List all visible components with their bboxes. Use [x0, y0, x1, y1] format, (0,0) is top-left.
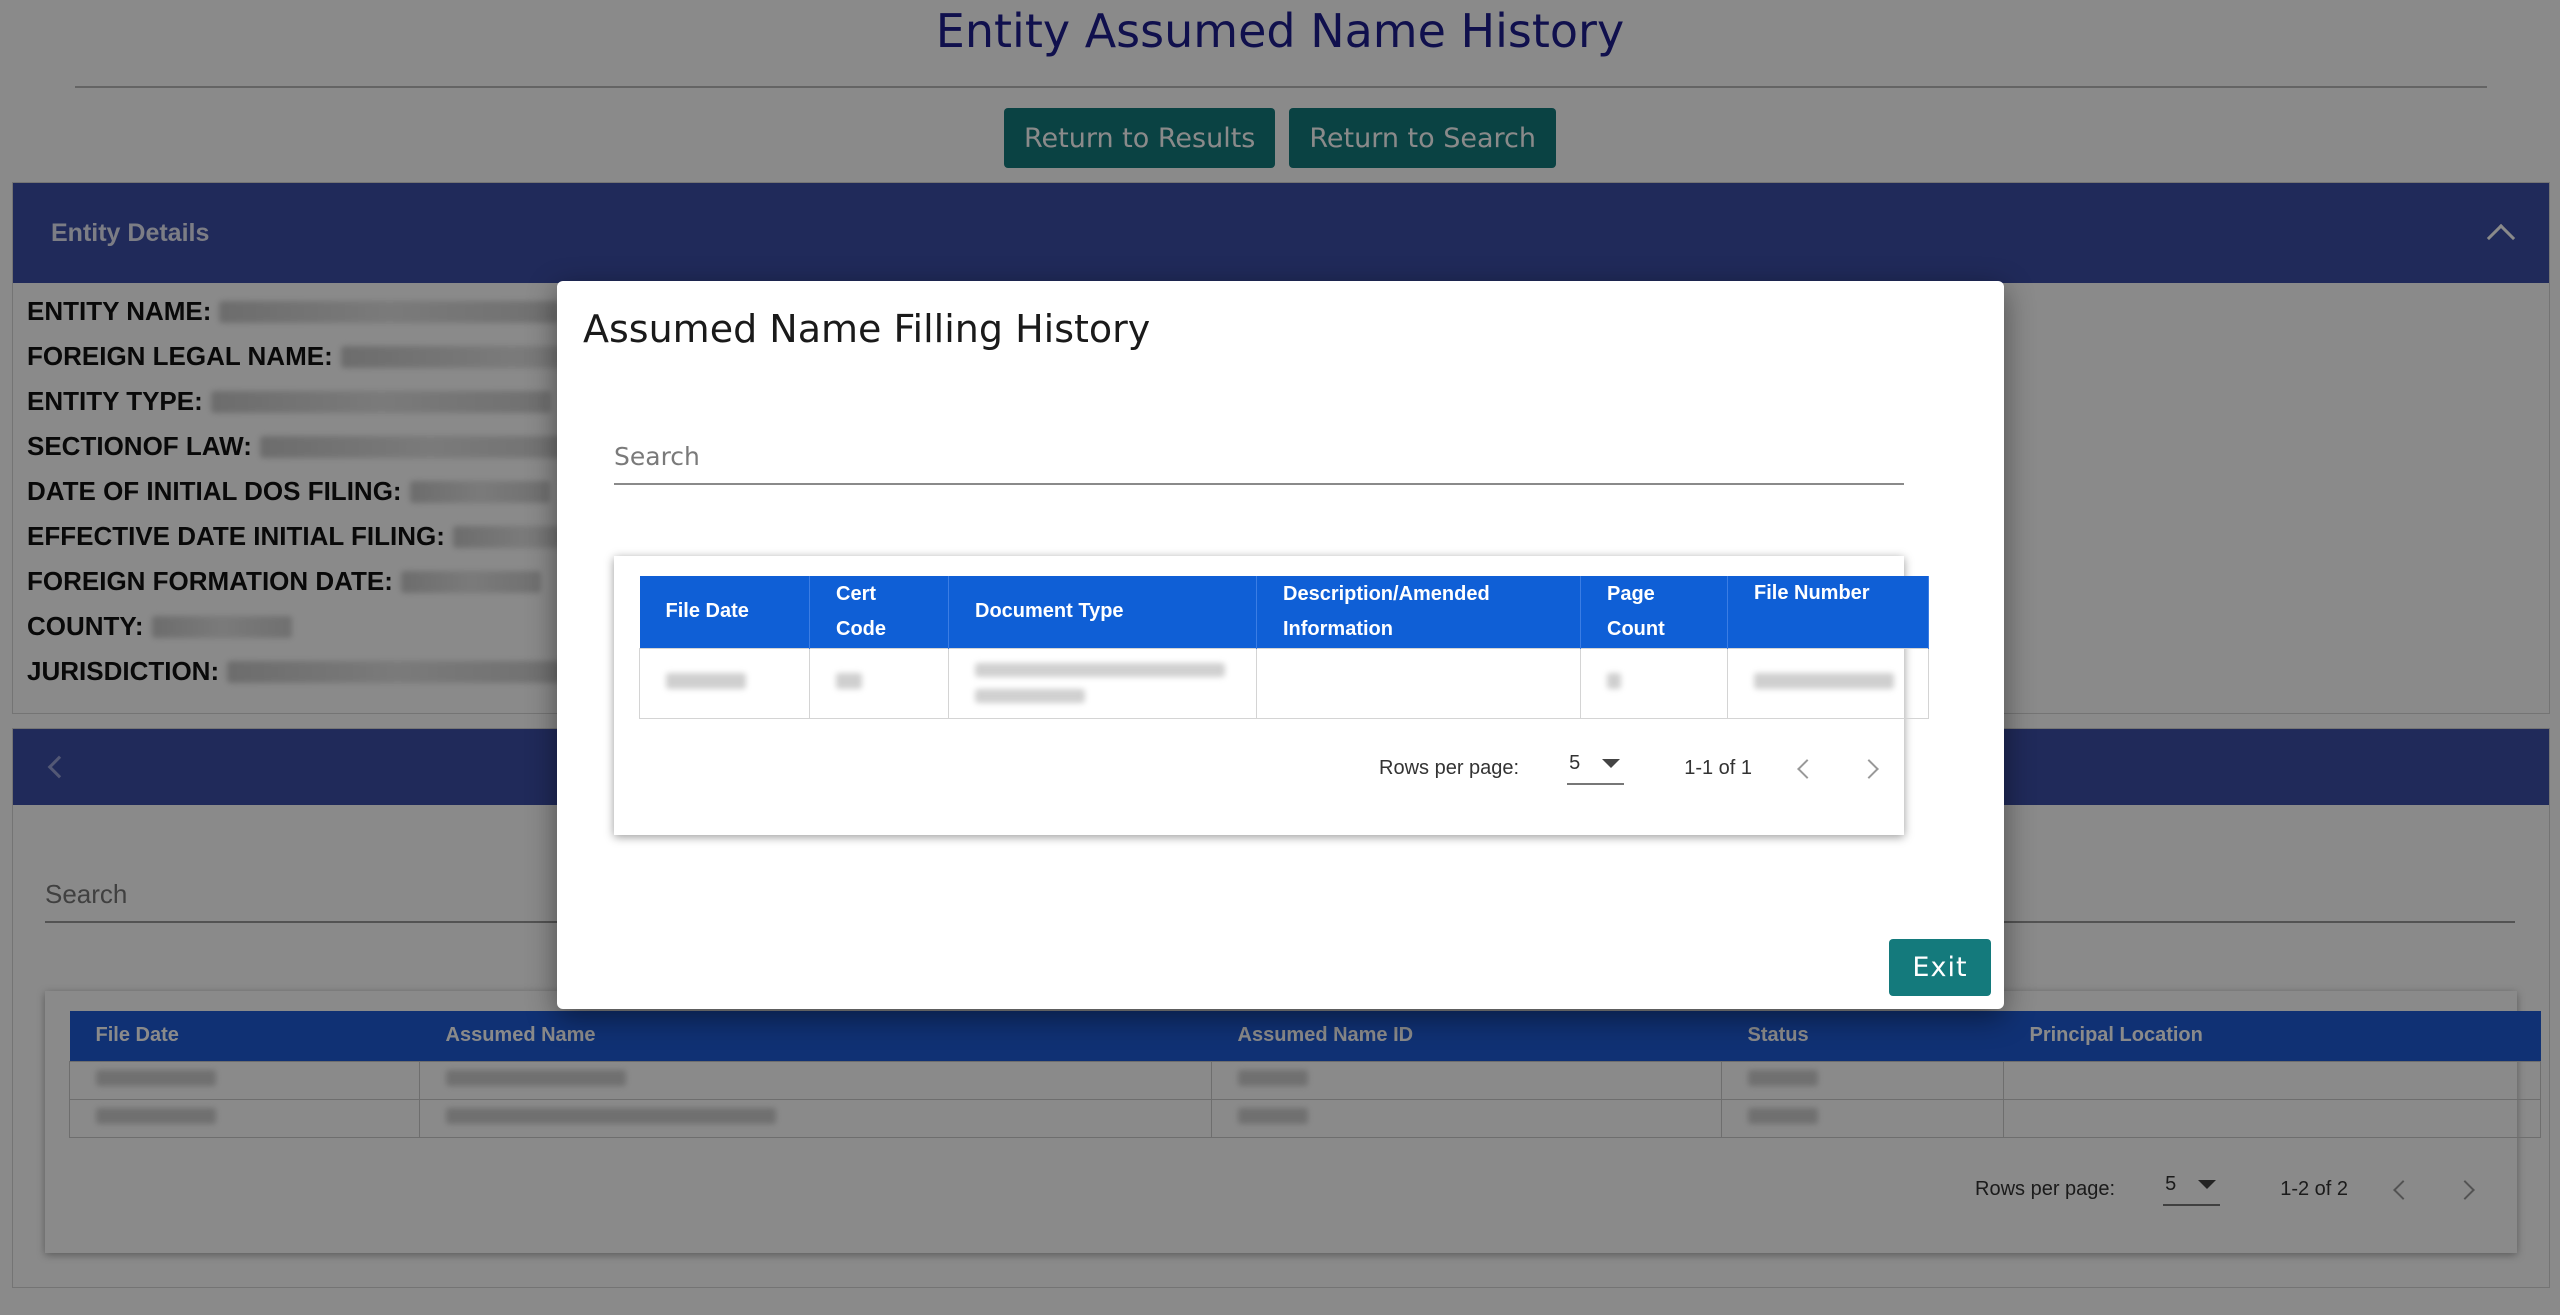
caret-down-icon	[1602, 759, 1621, 768]
col-description[interactable]: Description/Amended Information	[1256, 576, 1581, 648]
table-cell	[1580, 647, 1728, 719]
filing-history-table-card: File Date Cert Code Document Type Descrip…	[614, 556, 1929, 835]
filing-history-table: File Date Cert Code Document Type Descrip…	[639, 576, 1929, 719]
redacted-value	[1754, 672, 1894, 689]
table-cell	[1727, 647, 1929, 719]
chevron-right-icon[interactable]	[1859, 758, 1879, 779]
col-label: File Number	[1754, 582, 1870, 604]
col-label: Information	[1283, 617, 1393, 640]
assumed-name-history-modal: Assumed Name Filling History File Date C…	[557, 281, 2004, 1009]
col-file-date[interactable]: File Date	[639, 576, 810, 648]
rows-per-page-value: 5	[1569, 752, 1581, 774]
page-range: 1-1 of 1	[1684, 757, 1753, 779]
col-document-type[interactable]: Document Type	[948, 576, 1257, 648]
rows-per-page-label: Rows per page:	[1379, 757, 1520, 779]
table-cell	[948, 647, 1257, 719]
col-page-count[interactable]: Page Count	[1580, 576, 1728, 648]
redacted-value	[1607, 672, 1621, 689]
col-label: Cert	[836, 582, 877, 605]
chevron-left-icon[interactable]	[1797, 758, 1817, 779]
table-cell	[1256, 647, 1581, 719]
col-label: Code	[836, 617, 886, 640]
col-label: File Date	[665, 600, 749, 623]
col-label: Count	[1607, 617, 1665, 640]
table-cell	[639, 647, 810, 719]
table-header-row: File Date Cert Code Document Type Descrip…	[639, 576, 1929, 648]
filing-history-pagination: Rows per page: 5 1-1 of 1	[1379, 752, 1879, 785]
redacted-value	[975, 663, 1230, 703]
table-cell	[809, 647, 949, 719]
exit-button[interactable]: Exit	[1889, 939, 1991, 996]
col-label: Description/Amended	[1283, 582, 1490, 605]
col-cert-code[interactable]: Cert Code	[809, 576, 949, 648]
modal-title: Assumed Name Filling History	[583, 307, 1151, 351]
redacted-value	[836, 672, 862, 689]
redacted-value	[666, 672, 746, 689]
modal-search-input[interactable]	[614, 429, 1904, 485]
rows-per-page-select[interactable]: 5	[1567, 752, 1625, 785]
table-row[interactable]	[639, 647, 1929, 719]
col-file-number[interactable]: File Number	[1727, 576, 1929, 648]
col-label: Document Type	[975, 600, 1124, 623]
col-label: Page	[1607, 582, 1655, 605]
